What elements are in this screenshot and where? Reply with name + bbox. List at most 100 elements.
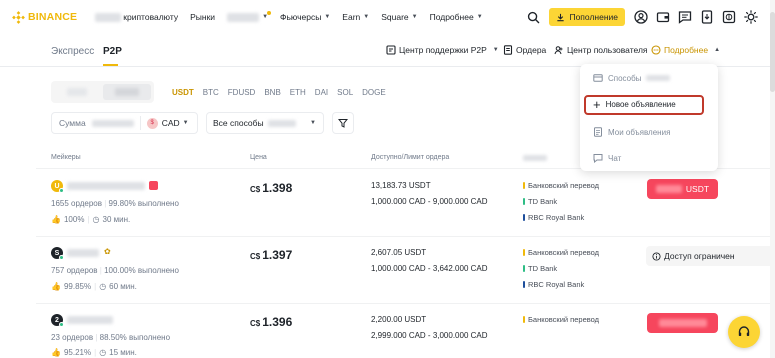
blurred-text (95, 12, 122, 22)
nav-right-group: Пополнение (525, 0, 775, 34)
clock-icon: ◷ (92, 215, 100, 224)
currency-selector[interactable]: $ CAD ▼ (146, 117, 189, 129)
more-label: Подробнее (664, 45, 709, 55)
binance-logo-icon (12, 10, 25, 24)
app-download-icon[interactable] (699, 9, 715, 25)
order-stats: 1655 ордеров | 99.80% выполнено (51, 199, 179, 208)
buy-usdt-button[interactable] (647, 313, 718, 333)
filter-button[interactable] (332, 112, 354, 134)
blurred-text (227, 12, 260, 22)
binance-logo[interactable]: BINANCE (12, 10, 77, 24)
blurred-text (115, 88, 139, 96)
coin-tab-eth[interactable]: ETH (290, 88, 306, 97)
order-stats: 757 ордеров | 100.00% выполнено (51, 266, 179, 275)
blurred-text[interactable] (67, 316, 113, 324)
blurred-text[interactable] (67, 249, 99, 257)
document-icon (594, 127, 602, 137)
theme-sun-icon[interactable] (743, 9, 759, 25)
nav-square[interactable]: Square ▼ (381, 12, 417, 22)
nav-trade[interactable]: ▼ (227, 10, 271, 22)
tab-p2p[interactable]: P2P (103, 46, 122, 57)
support-center-link[interactable]: Центр поддержки P2P ▼ (386, 45, 499, 55)
coin-tab-fdusd[interactable]: FDUSD (228, 88, 256, 97)
chevron-down-icon: ▼ (310, 120, 316, 126)
support-chat-button[interactable] (728, 316, 760, 348)
release-time: 15 мин. (109, 348, 137, 357)
column-header-available: Доступно/Лимит ордера (371, 154, 450, 161)
coin-tab-btc[interactable]: BTC (203, 88, 219, 97)
scrollbar-thumb[interactable] (770, 12, 775, 92)
user-center-link[interactable]: Центр пользователя (554, 45, 648, 55)
user-center-icon (554, 46, 563, 55)
payment-method-label: Все способы (213, 118, 264, 128)
price: C$ 1.397 (250, 248, 292, 262)
menu-item-chat[interactable]: Чат (593, 153, 621, 163)
thumbs-up-icon: 👍 (51, 348, 61, 357)
nav-earn-label: Earn (342, 12, 361, 22)
amount-filter[interactable]: Сумма $ CAD ▼ (51, 112, 198, 134)
order-limit: 2,999.000 CAD - 3,000.000 CAD (371, 331, 488, 340)
messages-icon[interactable] (677, 9, 693, 25)
completion-rate: 100.00% выполнено (104, 266, 179, 275)
divider (36, 236, 775, 237)
user-icon[interactable] (633, 9, 649, 25)
more-menu-toggle[interactable]: Подробнее ▲ (651, 45, 720, 55)
payment-method-filter[interactable]: Все способы ▼ (206, 112, 324, 134)
blurred-text (523, 155, 547, 161)
orders-icon (503, 45, 513, 55)
menu-item-payment-methods[interactable]: Способы (593, 73, 671, 83)
coin-tab-sol[interactable]: SOL (337, 88, 353, 97)
divider (139, 116, 141, 130)
access-restricted-button[interactable]: Доступ ограничен (646, 246, 775, 266)
column-header-price: Цена (250, 154, 267, 161)
nav-futures[interactable]: Фьючерсы ▼ (280, 12, 330, 22)
deposit-button[interactable]: Пополнение (549, 8, 625, 26)
orders-label: Ордера (516, 45, 547, 55)
coin-tab-dai[interactable]: DAI (315, 88, 328, 97)
headset-icon (738, 326, 750, 336)
nav-buy-crypto[interactable]: криптовалюту (95, 12, 178, 22)
rating-stats: 👍 99.85% | ◷ 60 мин. (51, 282, 137, 291)
nav-earn[interactable]: Earn ▼ (342, 12, 369, 22)
thumbs-up-icon: 👍 (51, 215, 61, 224)
rating-stats: 👍 95.21% | ◷ 15 мин. (51, 348, 137, 357)
coin-tab-usdt[interactable]: USDT (172, 88, 194, 97)
menu-item-my-ads[interactable]: Мои объявления (593, 127, 670, 137)
user-center-label: Центр пользователя (567, 45, 648, 55)
merchant-badge-icon (149, 181, 158, 190)
nav-more[interactable]: Подробнее ▼ (430, 12, 483, 22)
blurred-text[interactable] (67, 182, 145, 190)
tab-express[interactable]: Экспресс (51, 46, 94, 57)
payment-method: TD Bank (523, 264, 557, 273)
new-ad-highlight-box (584, 95, 704, 115)
payment-method: RBC Royal Bank (523, 213, 584, 222)
completion-rate: 99.80% выполнено (108, 199, 179, 208)
wallet-icon[interactable] (655, 9, 671, 25)
chevron-down-icon: ▼ (182, 120, 189, 126)
price-currency: C$ (250, 185, 261, 194)
blurred-text (67, 88, 87, 96)
buy-usdt-button[interactable]: USDT (647, 179, 718, 199)
top-navigation: BINANCE криптовалюту Рынки ▼ Фьючерсы ▼ … (0, 0, 775, 34)
order-count: 23 ордеров (51, 333, 94, 342)
merchant-badge-icon: ✿ (104, 247, 111, 256)
active-tab-indicator (103, 64, 118, 66)
globe-icon[interactable] (721, 9, 737, 25)
blurred-text (267, 119, 296, 127)
deposit-label: Пополнение (569, 12, 618, 22)
sell-option[interactable] (103, 84, 151, 100)
order-stats: 23 ордеров | 88.50% выполнено (51, 333, 171, 342)
order-limit: 1,000.000 CAD - 3,642.000 CAD (371, 264, 488, 273)
order-limit: 1,000.000 CAD - 9,000.000 CAD (371, 197, 488, 206)
order-count: 1655 ордеров (51, 199, 102, 208)
payment-method: Банковский перевод (523, 315, 599, 324)
coin-tab-doge[interactable]: DOGE (362, 88, 386, 97)
orders-link[interactable]: Ордера (503, 45, 546, 55)
coin-tab-bnb[interactable]: BNB (264, 88, 280, 97)
buy-option[interactable] (55, 84, 99, 100)
search-icon[interactable] (525, 9, 541, 25)
nav-markets[interactable]: Рынки (190, 12, 215, 22)
payment-method: TD Bank (523, 197, 557, 206)
card-icon (593, 74, 603, 82)
column-header-makers: Мейкеры (51, 154, 81, 161)
